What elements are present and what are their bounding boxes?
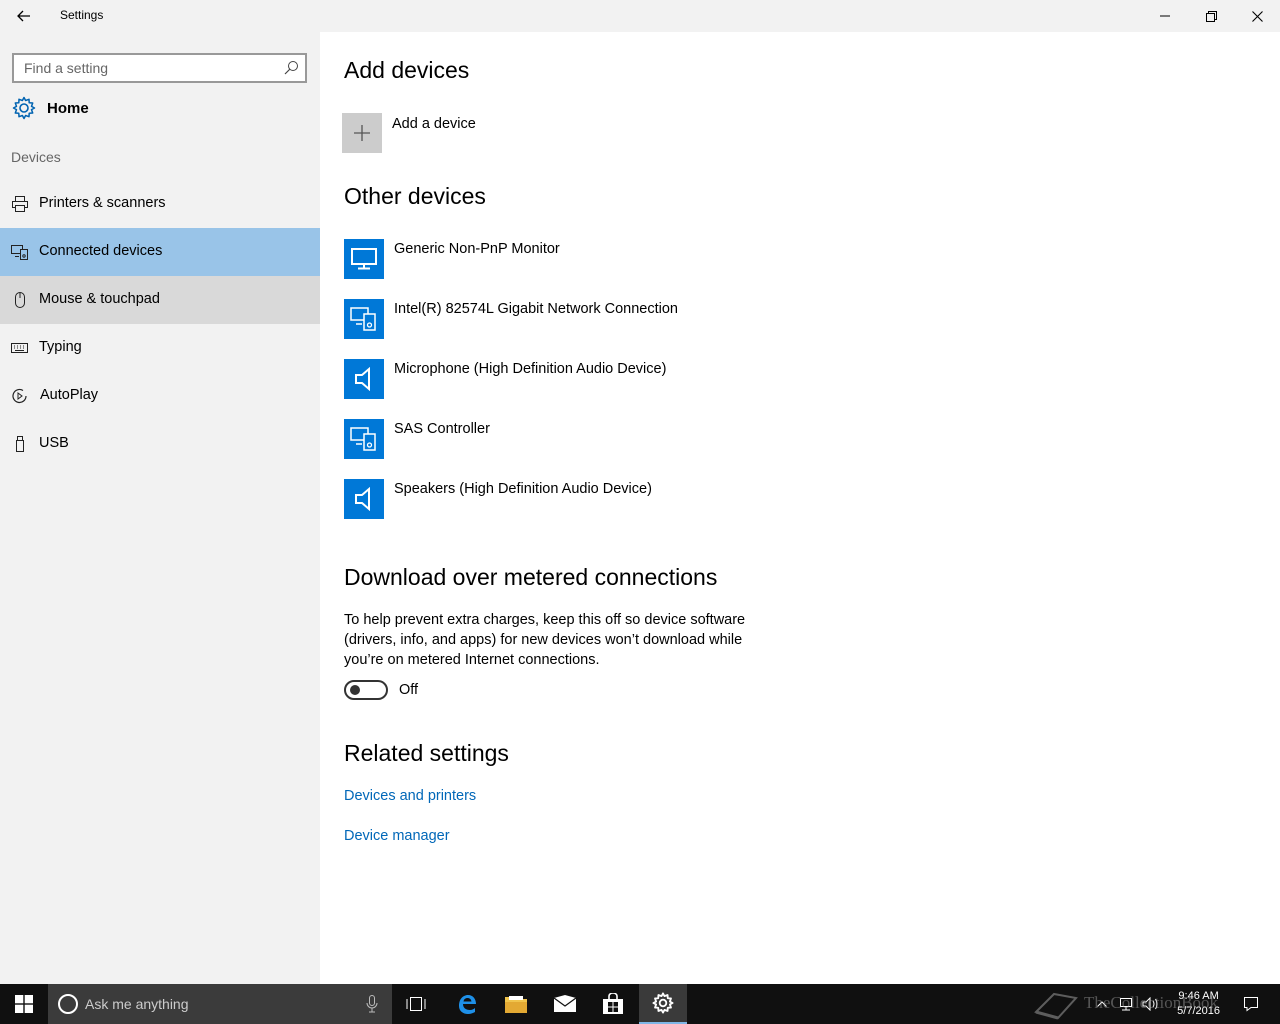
sidebar-item-printers-scanners[interactable]: Printers & scanners xyxy=(0,180,320,228)
title-bar: Settings xyxy=(0,0,1280,32)
sidebar-item-label: Typing xyxy=(39,339,82,355)
edge-browser-button[interactable] xyxy=(443,984,491,1024)
monitor-icon xyxy=(344,239,384,279)
search-icon[interactable] xyxy=(283,60,299,76)
device-item[interactable]: Speakers (High Definition Audio Device) xyxy=(344,479,1044,519)
plus-icon xyxy=(354,125,370,141)
task-view-button[interactable] xyxy=(392,984,440,1024)
home-nav-item[interactable]: Home xyxy=(0,92,320,126)
action-center-icon xyxy=(1244,997,1258,1012)
device-item[interactable]: SAS Controller xyxy=(344,419,1044,459)
microphone-icon[interactable] xyxy=(366,995,378,1013)
keyboard-icon xyxy=(11,343,28,353)
device-item[interactable]: Intel(R) 82574L Gigabit Network Connecti… xyxy=(344,299,1044,339)
sidebar-item-label: Mouse & touchpad xyxy=(39,291,160,307)
device-item[interactable]: Microphone (High Definition Audio Device… xyxy=(344,359,1044,399)
close-button[interactable] xyxy=(1234,0,1280,32)
file-explorer-button[interactable] xyxy=(492,984,540,1024)
main-content: Add devices Add a device Other devices G… xyxy=(320,32,1280,984)
sidebar-item-usb[interactable]: USB xyxy=(0,420,320,468)
device-name: Microphone (High Definition Audio Device… xyxy=(394,361,667,377)
window-title: Settings xyxy=(60,8,104,22)
action-center-button[interactable] xyxy=(1238,984,1264,1024)
autoplay-icon xyxy=(12,388,27,404)
sidebar-item-label: Connected devices xyxy=(39,243,163,259)
sidebar-item-typing[interactable]: Typing xyxy=(0,324,320,372)
devices-icon xyxy=(344,419,384,459)
speaker-icon xyxy=(344,359,384,399)
back-button[interactable] xyxy=(10,4,38,28)
section-label: Devices xyxy=(11,149,61,165)
speaker-icon xyxy=(344,479,384,519)
add-devices-heading: Add devices xyxy=(344,57,470,83)
sidebar-item-label: AutoPlay xyxy=(40,387,99,403)
home-label: Home xyxy=(47,100,89,117)
sidebar: Home Devices Printers & scanners Connect… xyxy=(0,32,320,984)
usb-icon xyxy=(16,436,24,452)
metered-description: To help prevent extra charges, keep this… xyxy=(344,612,746,668)
metered-toggle[interactable] xyxy=(344,680,388,700)
edge-icon xyxy=(459,995,476,1014)
cortana-icon xyxy=(58,994,78,1014)
search-input[interactable] xyxy=(14,55,274,81)
sidebar-item-connected-devices[interactable]: Connected devices xyxy=(0,228,320,276)
other-devices-heading: Other devices xyxy=(344,183,486,209)
search-box[interactable] xyxy=(12,53,307,83)
windows-logo-icon xyxy=(15,995,33,1013)
device-name: Generic Non-PnP Monitor xyxy=(394,241,560,257)
devices-and-printers-link[interactable]: Devices and printers xyxy=(344,788,476,804)
restore-button[interactable] xyxy=(1188,0,1234,32)
toggle-knob xyxy=(350,685,360,695)
close-icon xyxy=(1251,10,1263,22)
printer-icon xyxy=(12,196,28,212)
connected-devices-icon xyxy=(11,245,28,260)
task-view-icon xyxy=(406,997,426,1011)
mail-button[interactable] xyxy=(541,984,589,1024)
folder-icon xyxy=(505,996,527,1013)
mail-icon xyxy=(553,995,577,1012)
start-button[interactable] xyxy=(0,984,48,1024)
device-name: Speakers (High Definition Audio Device) xyxy=(394,481,652,497)
restore-icon xyxy=(1205,10,1217,22)
sidebar-item-autoplay[interactable]: AutoPlay xyxy=(0,372,320,420)
minimize-icon xyxy=(1160,15,1170,17)
related-settings-heading: Related settings xyxy=(344,740,509,766)
device-item[interactable]: Generic Non-PnP Monitor xyxy=(344,239,1044,279)
watermark: TheCollectionBook xyxy=(1032,988,1218,1020)
add-device-button[interactable] xyxy=(342,113,382,153)
sidebar-item-mouse-touchpad[interactable]: Mouse & touchpad xyxy=(0,276,320,324)
metered-heading: Download over metered connections xyxy=(344,564,718,590)
devices-icon xyxy=(344,299,384,339)
gear-icon xyxy=(12,96,36,120)
mouse-icon xyxy=(15,292,25,308)
toggle-state-label: Off xyxy=(399,682,419,698)
device-name: SAS Controller xyxy=(394,421,490,437)
device-name: Intel(R) 82574L Gigabit Network Connecti… xyxy=(394,301,678,317)
settings-gear-icon xyxy=(652,992,674,1014)
sidebar-item-label: USB xyxy=(39,435,69,451)
device-manager-link[interactable]: Device manager xyxy=(344,828,450,844)
sidebar-item-label: Printers & scanners xyxy=(39,195,166,211)
store-button[interactable] xyxy=(589,984,637,1024)
store-icon xyxy=(603,993,623,1014)
settings-taskbar-button[interactable] xyxy=(639,984,687,1024)
cortana-search-placeholder: Ask me anything xyxy=(85,996,189,1012)
watermark-text: TheCollectionBook xyxy=(1083,992,1219,1012)
book-logo-icon xyxy=(1034,992,1078,1020)
cortana-search-box[interactable]: Ask me anything xyxy=(48,984,392,1024)
minimize-button[interactable] xyxy=(1142,0,1188,32)
back-arrow-icon xyxy=(17,10,30,22)
add-device-label[interactable]: Add a device xyxy=(392,116,476,132)
